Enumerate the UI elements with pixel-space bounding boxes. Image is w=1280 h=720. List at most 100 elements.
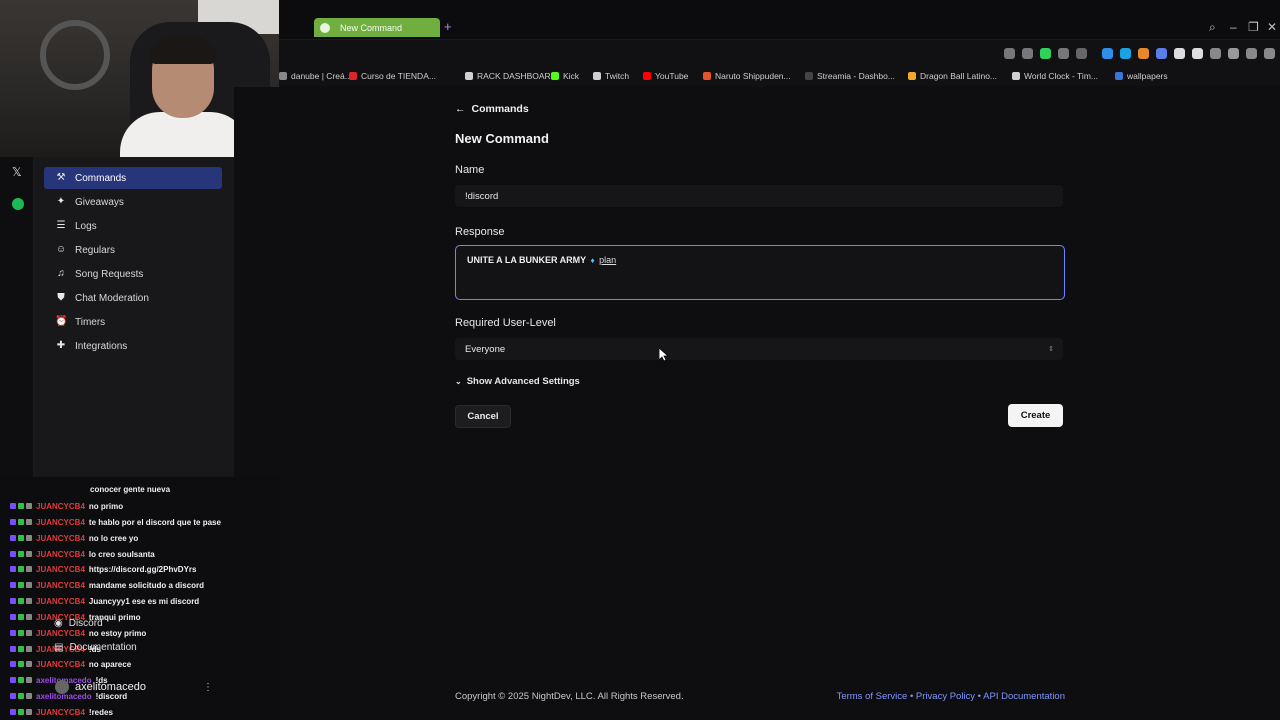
alarm-icon: ⏰ bbox=[55, 316, 68, 327]
name-input[interactable]: !discord bbox=[455, 185, 1063, 207]
create-button[interactable]: Create bbox=[1008, 404, 1063, 427]
chat-username[interactable]: JUANCYCB4 bbox=[36, 565, 85, 574]
bookmark-item[interactable]: Dragon Ball Latino... bbox=[908, 71, 997, 81]
sidebar-item-giveaways[interactable]: ✦ Giveaways bbox=[44, 191, 222, 213]
bookmark-item[interactable]: wallpapers bbox=[1115, 71, 1168, 81]
extension-icon[interactable] bbox=[1102, 48, 1113, 59]
bookmark-label: Kick bbox=[563, 71, 580, 81]
advanced-settings-toggle[interactable]: ⌄ Show Advanced Settings bbox=[455, 376, 580, 387]
chat-message: JUANCYCB4 no primo bbox=[0, 499, 123, 513]
chat-username[interactable]: JUANCYCB4 bbox=[36, 581, 85, 590]
bookmark-item[interactable]: Kick bbox=[551, 71, 579, 81]
response-text: UNITE A LA BUNKER ARMY bbox=[467, 255, 586, 265]
documentation-link[interactable]: ▤ Documentation bbox=[54, 642, 137, 653]
bookmark-item[interactable]: Naruto Shippuden... bbox=[703, 71, 791, 81]
cancel-button[interactable]: Cancel bbox=[455, 405, 511, 428]
minimize-icon[interactable]: – bbox=[1230, 20, 1237, 34]
bookmark-label: Curso de TIENDA... bbox=[361, 71, 436, 81]
chat-badges bbox=[0, 582, 36, 588]
avatar-icon[interactable] bbox=[1228, 48, 1239, 59]
bookmark-icon bbox=[703, 72, 711, 80]
page-title: New Command bbox=[455, 131, 549, 146]
privacy-link[interactable]: Privacy Policy bbox=[916, 691, 975, 702]
chat-username[interactable]: JUANCYCB4 bbox=[36, 597, 85, 606]
chat-message: JUANCYCB4 mandame solicitudo a discord bbox=[0, 578, 204, 592]
chat-username[interactable]: JUANCYCB4 bbox=[36, 550, 85, 559]
chat-badges bbox=[0, 566, 36, 572]
bookmark-icon bbox=[279, 72, 287, 80]
chat-badges bbox=[0, 709, 36, 715]
bookmark-item[interactable]: Streamia - Dashbo... bbox=[805, 71, 895, 81]
puzzle-icon[interactable] bbox=[1210, 48, 1221, 59]
x-icon[interactable]: 𝕏 bbox=[12, 165, 22, 179]
page-footer: Copyright © 2025 NightDev, LLC. All Righ… bbox=[455, 691, 1065, 702]
sidebar-item-label: Regulars bbox=[75, 244, 116, 256]
sidebar-item-integrations[interactable]: ✚ Integrations bbox=[44, 335, 222, 357]
extension-icon[interactable] bbox=[1192, 48, 1203, 59]
chat-badges bbox=[0, 519, 36, 525]
response-textarea[interactable]: UNITE A LA BUNKER ARMY ♦ plan bbox=[455, 245, 1065, 300]
new-tab-button[interactable]: + bbox=[444, 19, 452, 34]
bookmark-icon bbox=[1012, 72, 1020, 80]
bookmark-item[interactable]: Curso de TIENDA... bbox=[349, 71, 436, 81]
bookmark-item[interactable]: Twitch bbox=[593, 71, 629, 81]
chat-badges bbox=[0, 661, 36, 667]
tab-label: New Command bbox=[340, 22, 403, 33]
userlevel-select[interactable]: Everyone ⇕ bbox=[455, 338, 1063, 360]
bookmark-item[interactable]: danube | Creá... bbox=[279, 71, 352, 81]
extension-icon[interactable] bbox=[1174, 48, 1185, 59]
download-icon[interactable] bbox=[1246, 48, 1257, 59]
main-content bbox=[234, 87, 1280, 720]
sidebar-item-commands[interactable]: ⚒ Commands bbox=[44, 167, 222, 189]
bookmark-item[interactable]: RACK DASHBOARD bbox=[465, 71, 557, 81]
sidebar-item-logs[interactable]: ☰ Logs bbox=[44, 215, 222, 237]
shield-check-icon[interactable] bbox=[1040, 48, 1051, 59]
bookmark-icon bbox=[551, 72, 559, 80]
chat-text: https://discord.gg/2PhvDYrs bbox=[88, 564, 197, 574]
api-docs-link[interactable]: API Documentation bbox=[983, 691, 1065, 702]
chat-text: no primo bbox=[88, 501, 124, 511]
chat-username[interactable]: JUANCYCB4 bbox=[36, 660, 85, 669]
chat-username[interactable]: JUANCYCB4 bbox=[36, 502, 85, 511]
party-icon: ✦ bbox=[56, 196, 66, 207]
book-icon: ▤ bbox=[54, 642, 64, 653]
screenshot-icon[interactable] bbox=[1022, 48, 1033, 59]
search-tabs-icon[interactable]: ⌕ bbox=[1209, 20, 1216, 35]
extension-icon[interactable] bbox=[1120, 48, 1131, 59]
bookmark-item[interactable]: YouTube bbox=[643, 71, 688, 81]
sidebar-item-regulars[interactable]: ☺ Regulars bbox=[44, 239, 222, 261]
puzzle-icon: ✚ bbox=[56, 340, 66, 351]
close-icon[interactable]: ✕ bbox=[1267, 20, 1277, 34]
chat-text: no estoy primo bbox=[88, 628, 147, 638]
menu-icon[interactable] bbox=[1264, 48, 1275, 59]
sidebar-item-timers[interactable]: ⏰ Timers bbox=[44, 311, 222, 333]
bookmark-icon bbox=[1115, 72, 1123, 80]
discord-link[interactable]: ◉ Discord bbox=[54, 618, 103, 629]
chat-badges bbox=[0, 535, 36, 541]
tab-new-command[interactable]: New Command bbox=[314, 18, 440, 37]
restore-icon[interactable]: ❐ bbox=[1248, 20, 1259, 34]
bookmark-label: World Clock - Tim... bbox=[1024, 71, 1098, 81]
sidebar-item-label: Chat Moderation bbox=[75, 292, 149, 304]
spotify-icon[interactable] bbox=[12, 198, 24, 210]
sidebar-item-label: Logs bbox=[75, 220, 97, 232]
chat-text: te hablo por el discord que te pase bbox=[88, 517, 221, 527]
chat-message: JUANCYCB4 Juancyyy1 ese es mi discord bbox=[0, 594, 199, 608]
chat-username[interactable]: JUANCYCB4 bbox=[36, 629, 85, 638]
play-icon[interactable] bbox=[1058, 48, 1069, 59]
extension-icon[interactable] bbox=[1138, 48, 1149, 59]
bookmark-label: Dragon Ball Latino... bbox=[920, 71, 998, 81]
chat-username[interactable]: JUANCYCB4 bbox=[36, 708, 85, 717]
user-menu[interactable]: axelitomacedo bbox=[55, 680, 146, 694]
back-link[interactable]: ← Commands bbox=[455, 103, 529, 115]
sidebar-item-song-requests[interactable]: ♫ Song Requests bbox=[44, 263, 222, 285]
bookmark-item[interactable]: World Clock - Tim... bbox=[1012, 71, 1098, 81]
heart-icon[interactable] bbox=[1076, 48, 1087, 59]
terms-link[interactable]: Terms of Service bbox=[837, 691, 908, 702]
extension-icon[interactable] bbox=[1156, 48, 1167, 59]
chat-username[interactable]: JUANCYCB4 bbox=[36, 518, 85, 527]
more-options-icon[interactable]: ⋮ bbox=[203, 682, 213, 693]
chat-username[interactable]: JUANCYCB4 bbox=[36, 534, 85, 543]
sidebar-item-chat-moderation[interactable]: ⛊ Chat Moderation bbox=[44, 287, 222, 309]
pin-icon[interactable] bbox=[1004, 48, 1015, 59]
